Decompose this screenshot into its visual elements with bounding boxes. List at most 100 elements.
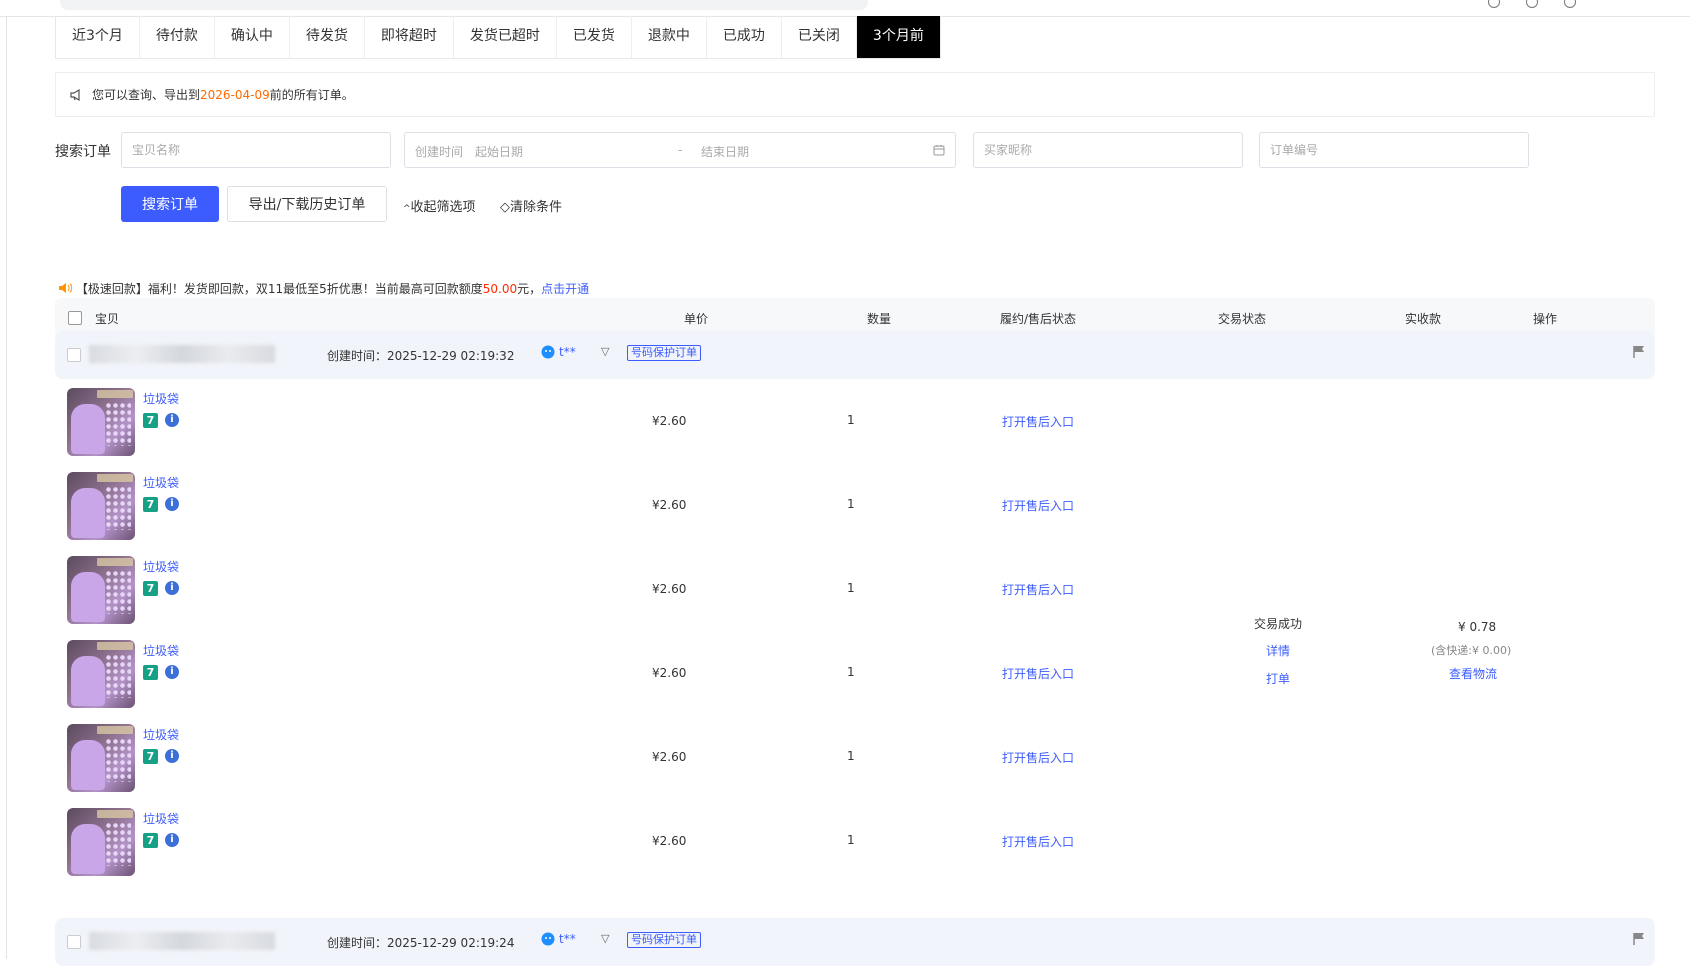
product-thumbnail[interactable] [67,724,135,792]
date-separator: - [678,143,683,157]
date-range-picker[interactable]: 创建时间 起始日期 - 结束日期 [404,132,956,168]
order-item-row: 垃圾袋 7 i ¥2.60 1 打开售后入口 [55,724,1655,804]
promo-activate-link[interactable]: 点击开通 [541,282,589,296]
order-number-input[interactable] [1259,132,1529,168]
buyer-nickname-input[interactable] [973,132,1243,168]
product-thumbnail[interactable] [67,388,135,456]
info-icon[interactable]: i [165,413,179,427]
flag-icon[interactable] [1633,345,1645,359]
promo-unit: 元， [517,282,542,296]
filter-icon[interactable]: ▽ [601,345,609,358]
quantity: 1 [847,749,855,763]
unit-price: ¥2.60 [652,834,687,848]
header-operations: 操作 [1533,312,1558,326]
eraser-icon: ◇ [500,200,510,215]
quantity: 1 [847,497,855,511]
unit-price: ¥2.60 [652,582,687,596]
tab-confirming[interactable]: 确认中 [215,16,290,58]
shipping-fee: (含快递:¥ 0.00) [1431,644,1512,657]
tab-success[interactable]: 已成功 [707,16,782,58]
order-checkbox[interactable] [67,348,81,362]
product-thumbnail[interactable] [67,556,135,624]
header-paid: 实收款 [1405,312,1442,326]
product-name-link[interactable]: 垃圾袋 [143,390,179,407]
item-name-input[interactable] [121,132,391,168]
order-item-row: 垃圾袋 7 i ¥2.60 1 打开售后入口 [55,556,1655,636]
tab-closed[interactable]: 已关闭 [782,16,857,58]
open-after-sales-link[interactable]: 打开售后入口 [1002,497,1074,514]
order-item-row: 垃圾袋 7 i ¥2.60 1 打开售后入口 [55,640,1655,720]
open-after-sales-link[interactable]: 打开售后入口 [1002,749,1074,766]
tab-shipped[interactable]: 已发货 [557,16,632,58]
unit-price: ¥2.60 [652,750,687,764]
product-name-link[interactable]: 垃圾袋 [143,558,179,575]
buyer-name[interactable]: t** [559,932,576,946]
header-trade-status: 交易状态 [1218,312,1267,326]
clear-conditions-link[interactable]: ◇清除条件 [500,196,562,215]
open-after-sales-link[interactable]: 打开售后入口 [1002,833,1074,850]
filter-icon[interactable]: ▽ [601,932,609,945]
open-after-sales-link[interactable]: 打开售后入口 [1002,581,1074,598]
product-thumbnail[interactable] [67,472,135,540]
tab-about-to-timeout[interactable]: 即将超时 [365,16,454,58]
end-date-input[interactable]: 结束日期 [701,143,749,160]
tab-pending-payment[interactable]: 待付款 [140,16,215,58]
open-after-sales-link[interactable]: 打开售后入口 [1002,413,1074,430]
seven-day-return-badge: 7 [143,833,158,848]
number-protection-tag: 号码保护订单 [627,932,701,948]
tab-recent-3-months[interactable]: 近3个月 [56,16,140,58]
profile-icon[interactable] [1564,0,1576,8]
wangwang-icon[interactable] [541,932,555,946]
header-qty: 数量 [867,312,892,326]
order-checkbox[interactable] [67,935,81,949]
info-icon[interactable]: i [165,581,179,595]
product-name-link[interactable]: 垃圾袋 [143,810,179,827]
print-order-link[interactable]: 打单 [1266,670,1290,687]
tab-to-ship[interactable]: 待发货 [290,16,365,58]
product-name-link[interactable]: 垃圾袋 [143,642,179,659]
extension-icon[interactable] [1526,0,1538,8]
search-orders-button[interactable]: 搜索订单 [121,186,219,222]
order-item-row: 垃圾袋 7 i ¥2.60 1 打开售后入口 [55,388,1655,468]
order-item-row: 垃圾袋 7 i ¥2.60 1 打开售后入口 [55,472,1655,552]
search-label: 搜索订单 [55,144,111,160]
open-after-sales-link[interactable]: 打开售后入口 [1002,665,1074,682]
tab-3-months-ago[interactable]: 3个月前 [856,16,940,58]
megaphone-icon [70,88,80,101]
tab-ship-timeout[interactable]: 发货已超时 [454,16,557,58]
product-name-link[interactable]: 垃圾袋 [143,726,179,743]
date-label: 创建时间 [415,145,464,159]
select-all-checkbox[interactable] [68,311,82,325]
info-icon[interactable]: i [165,497,179,511]
unit-price: ¥2.60 [652,414,687,428]
address-bar[interactable] [60,0,868,10]
paid-amount: ¥ 0.78 [1458,620,1497,634]
flag-icon[interactable] [1633,932,1645,946]
order-detail-link[interactable]: 详情 [1266,642,1290,659]
seven-day-return-badge: 7 [143,413,158,428]
wangwang-icon[interactable] [541,345,555,359]
tab-refunding[interactable]: 退款中 [632,16,707,58]
promo-text: 【极速回款】福利！发货即回款，双11最低至5折优惠！当前最高可回款额度 [75,282,483,296]
view-logistics-link[interactable]: 查看物流 [1449,665,1497,682]
start-date-input[interactable]: 起始日期 [475,143,523,160]
info-icon[interactable]: i [165,749,179,763]
export-history-button[interactable]: 导出/下载历史订单 [227,186,387,222]
fast-payback-promo: 【极速回款】福利！发货即回款，双11最低至5折优惠！当前最高可回款额度50.00… [58,280,589,297]
order-item-row: 垃圾袋 7 i ¥2.60 1 打开售后入口 [55,808,1655,888]
info-icon[interactable]: i [165,665,179,679]
number-protection-tag: 号码保护订单 [627,345,701,361]
left-border [6,16,7,959]
quantity: 1 [847,413,855,427]
product-thumbnail[interactable] [67,808,135,876]
collapse-filters-link[interactable]: ^收起筛选项 [403,196,476,215]
product-thumbnail[interactable] [67,640,135,708]
calendar-icon[interactable] [933,144,945,156]
info-icon[interactable]: i [165,833,179,847]
seven-day-return-badge: 7 [143,581,158,596]
unit-price: ¥2.60 [652,666,687,680]
bookmark-icon[interactable] [1488,0,1500,8]
product-name-link[interactable]: 垃圾袋 [143,474,179,491]
seven-day-return-badge: 7 [143,665,158,680]
buyer-name[interactable]: t** [559,345,576,359]
